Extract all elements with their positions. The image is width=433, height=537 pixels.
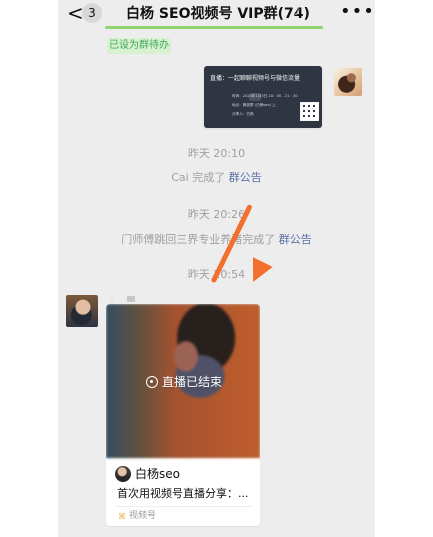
- card-divider: [115, 506, 253, 507]
- system-notice: Cai 完成了 群公告: [58, 171, 375, 184]
- live-status-icon: [146, 376, 158, 388]
- poster-time: 时间：2024年1月3日 20：00 - 21：30: [232, 94, 298, 98]
- todo-progress-line: [105, 26, 323, 29]
- qr-code-icon: [300, 102, 319, 121]
- right-margin: [375, 0, 433, 537]
- sender-name-block: [127, 296, 135, 302]
- left-margin: [0, 0, 58, 537]
- source-label: 视频号: [129, 511, 157, 521]
- sender-avatar-left[interactable]: [66, 295, 98, 327]
- poster-location: 地点：微信群 (白杨seo) 上: [232, 103, 276, 107]
- profile-avatar: [115, 466, 131, 482]
- group-todo-label[interactable]: 已设为群待办: [107, 38, 171, 54]
- channels-icon: ⌘: [118, 512, 126, 521]
- timestamp: 昨天 20:10: [187, 147, 246, 160]
- chat-screen: < 3 白杨 SEO视频号 VIP群(74) ♪ ••• 已设为群待办 直播：一…: [58, 0, 375, 537]
- sender-avatar-right[interactable]: [334, 68, 362, 96]
- back-chevron-icon[interactable]: <: [67, 3, 84, 23]
- chat-header: < 3 白杨 SEO视频号 VIP群(74) ♪ •••: [58, 0, 375, 30]
- more-icon[interactable]: •••: [340, 3, 374, 23]
- group-notice-link[interactable]: 群公告: [229, 171, 262, 184]
- group-notice-link[interactable]: 群公告: [279, 233, 312, 246]
- poster-title: 直播：一起聊聊视频号与微信流量: [210, 75, 301, 82]
- poster-host: 分享人：白杨: [232, 112, 254, 116]
- live-status-text: 直播已结束: [162, 375, 223, 389]
- system-notice-text: Cai 完成了: [171, 171, 226, 184]
- live-description: 首次用视频号直播分享：...: [117, 487, 249, 500]
- profile-name: 白杨seo: [135, 467, 180, 481]
- system-notice: 门师傅跳回三界专业养猪完成了 群公告: [58, 233, 375, 246]
- channels-live-card[interactable]: 直播已结束 白杨seo 首次用视频号直播分享：... ⌘ 视频号: [106, 304, 260, 526]
- muted-bell-icon: ♪: [294, 7, 301, 18]
- unread-count-badge[interactable]: 3: [82, 3, 102, 23]
- system-notice-text: 门师傅跳回三界专业养猪完成了: [121, 233, 276, 246]
- highlight-arrow-head: [243, 257, 273, 287]
- timestamp: 昨天 20:26: [187, 208, 246, 221]
- live-event-poster[interactable]: 直播：一起聊聊视频号与微信流量 时间：2024年1月3日 20：00 - 21：…: [204, 66, 322, 128]
